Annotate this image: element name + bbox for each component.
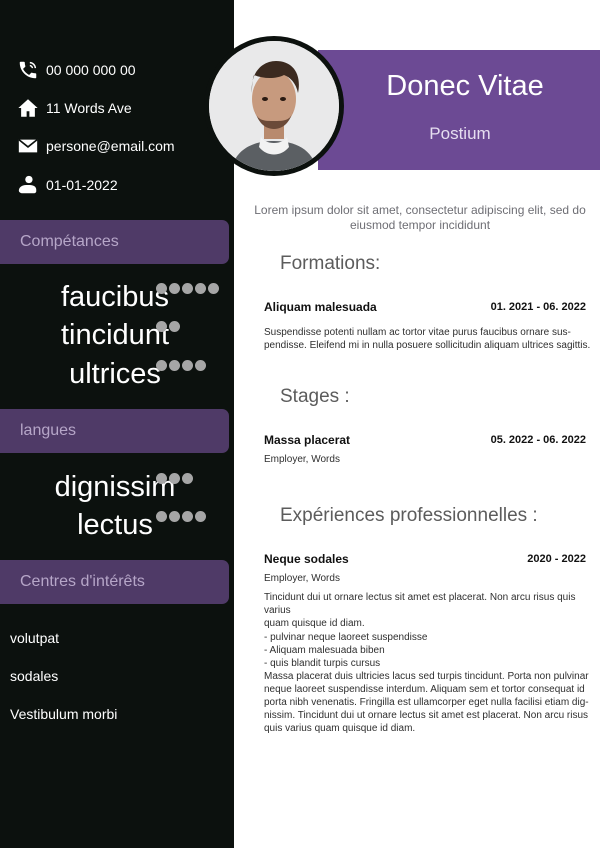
language-rating <box>156 473 193 484</box>
contact-address: 11 Words Ave <box>16 95 230 121</box>
rating-dot <box>182 473 193 484</box>
rating-dot <box>195 283 206 294</box>
skill-row: faucibus <box>10 283 225 312</box>
sidebar: 00 000 000 00 11 Words Ave persone@email… <box>0 0 234 848</box>
formation-date: 01. 2021 - 06. 2022 <box>490 301 586 313</box>
rating-dot <box>208 283 219 294</box>
contact-birthdate: 01-01-2022 <box>16 172 230 198</box>
rating-dot <box>169 360 180 371</box>
skill-name: tincidunt <box>60 319 169 351</box>
home-icon <box>16 96 40 120</box>
rating-dot <box>182 511 193 522</box>
interest-item: volutpat <box>10 630 60 646</box>
experience-description: Tincidunt dui ut ornare lectus sit amet … <box>264 592 576 629</box>
skill-row: ultrices <box>10 360 225 389</box>
skill-rating <box>156 283 219 294</box>
rating-dot <box>156 473 167 484</box>
skill-row: tincidunt <box>10 319 225 351</box>
interests-heading: Centres d'intérêts <box>0 560 229 604</box>
skill-rating <box>156 321 180 332</box>
contact-phone: 00 000 000 00 <box>16 57 230 83</box>
experiences-heading: Expériences professionnelles : <box>280 505 538 526</box>
rating-dot <box>195 511 206 522</box>
language-rating <box>156 511 206 522</box>
person-name: Donec Vitae <box>386 70 544 102</box>
rating-dot <box>169 283 180 294</box>
contact-email: persone@email.com <box>16 133 230 159</box>
address-text: 11 Words Ave <box>46 100 132 116</box>
profile-photo <box>209 41 339 171</box>
header-band <box>318 50 600 170</box>
rating-dot <box>169 511 180 522</box>
experience-details: - pulvinar neque laoreet suspendisse - A… <box>264 632 589 734</box>
experience-date: 2020 - 2022 <box>527 553 586 565</box>
person-role: Postium <box>429 124 491 143</box>
interest-item: sodales <box>10 668 59 684</box>
formation-title: Aliquam malesuada <box>264 300 377 314</box>
stage-title: Massa placerat <box>264 433 351 447</box>
formations-heading: Formations: <box>280 253 381 274</box>
language-row: dignissim <box>10 473 225 502</box>
stage-date: 05. 2022 - 06. 2022 <box>490 434 586 446</box>
phone-icon <box>16 58 40 82</box>
interest-item: Vestibulum morbi <box>10 706 118 722</box>
email-text: persone@email.com <box>46 138 175 154</box>
rating-dot <box>182 360 193 371</box>
formation-description: Suspendisse potenti nullam ac tortor vit… <box>264 327 591 351</box>
birthdate-text: 01-01-2022 <box>46 177 118 193</box>
stages-heading: Stages : <box>280 386 350 407</box>
mail-icon <box>16 134 40 158</box>
rating-dot <box>156 283 167 294</box>
skill-rating <box>156 360 206 371</box>
experience-title: Neque sodales <box>264 552 349 566</box>
rating-dot <box>169 473 180 484</box>
rating-dot <box>156 360 167 371</box>
baby-icon <box>16 173 40 197</box>
summary-text: Lorem ipsum dolor sit amet, consectetur … <box>254 203 586 232</box>
languages-heading: langues <box>0 409 229 453</box>
rating-dot <box>182 283 193 294</box>
rating-dot <box>156 321 167 332</box>
phone-text: 00 000 000 00 <box>46 62 136 78</box>
language-row: lectus <box>10 511 225 540</box>
rating-dot <box>169 321 180 332</box>
skills-heading: Compétances <box>0 220 229 264</box>
stage-employer: Employer, Words <box>264 454 340 465</box>
rating-dot <box>156 511 167 522</box>
rating-dot <box>195 360 206 371</box>
experience-employer: Employer, Words <box>264 573 340 584</box>
